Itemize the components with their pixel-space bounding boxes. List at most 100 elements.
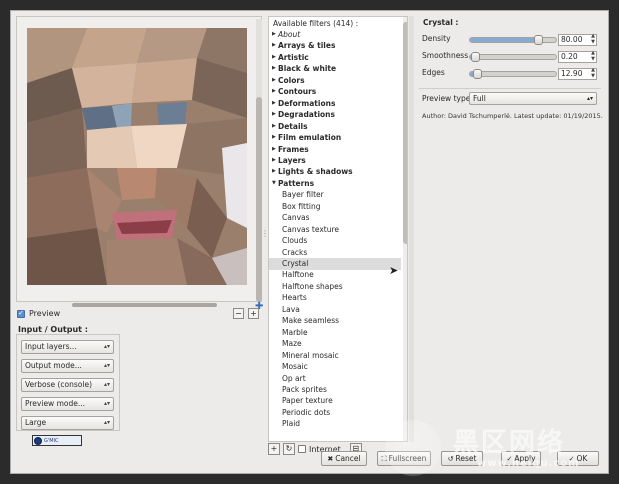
slider-knob[interactable] — [533, 35, 543, 45]
apply-button[interactable]: ✓ Apply — [501, 451, 541, 466]
filter-category[interactable]: ▶ Degradations — [269, 109, 401, 121]
filter-category[interactable]: ▶ Frames — [269, 144, 401, 156]
scroll-thumb[interactable] — [256, 97, 262, 302]
internet-checkbox[interactable] — [298, 445, 306, 453]
filter-item[interactable]: Marble — [269, 327, 401, 339]
filter-category[interactable]: ▶ Details — [269, 121, 401, 133]
filter-item[interactable]: Mosaic — [269, 361, 401, 373]
collapsed-arrow-icon[interactable]: ▶ — [272, 40, 276, 52]
preview-mode-combo[interactable]: Preview mode... ▴▾ — [21, 397, 114, 411]
filter-item[interactable]: Plaid — [269, 418, 401, 430]
filter-category[interactable]: ▶ Contours — [269, 86, 401, 98]
density-spinbox[interactable]: 80.00 ▲ ▼ — [558, 33, 597, 46]
filter-category[interactable]: ▶ Film emulation — [269, 132, 401, 144]
fullscreen-button[interactable]: ⛶ Fullscreen — [377, 451, 431, 466]
refresh-icon[interactable]: ↻ — [283, 443, 295, 455]
filter-item[interactable]: Bayer filter — [269, 189, 401, 201]
filters-scrollbar[interactable] — [403, 17, 407, 441]
filter-category[interactable]: ▶ Deformations — [269, 98, 401, 110]
smoothness-slider[interactable] — [469, 52, 557, 62]
slider-knob[interactable] — [471, 52, 481, 62]
filter-label: About — [278, 30, 301, 39]
edges-label: Edges — [422, 68, 445, 77]
collapsed-arrow-icon[interactable]: ▶ — [272, 52, 276, 64]
add-fave-button[interactable]: + — [268, 443, 280, 455]
input-layers-combo[interactable]: Input layers... ▴▾ — [21, 340, 114, 354]
combo-arrows-icon: ▴▾ — [103, 400, 110, 407]
collapsed-arrow-icon[interactable]: ▶ — [272, 121, 276, 133]
filter-item[interactable]: Box fitting — [269, 201, 401, 213]
spin-arrows-icon[interactable]: ▲ ▼ — [591, 33, 595, 45]
filter-category[interactable]: ▼ Patterns — [269, 178, 401, 190]
filter-item[interactable]: Crystal — [269, 258, 401, 270]
filter-item[interactable]: Halftone — [269, 269, 401, 281]
collapsed-arrow-icon[interactable]: ▶ — [272, 166, 276, 178]
filter-item[interactable]: Hearts — [269, 292, 401, 304]
verbose-combo[interactable]: Verbose (console) ▴▾ — [21, 378, 114, 392]
preview-size-combo[interactable]: Large ▴▾ — [21, 416, 114, 430]
filter-item[interactable]: Canvas — [269, 212, 401, 224]
filter-item[interactable]: Cracks — [269, 247, 401, 259]
preview-type-combo[interactable]: Full ▴▾ — [469, 92, 597, 105]
filter-item[interactable]: Periodic dots — [269, 407, 401, 419]
zoom-in-button[interactable]: + — [248, 308, 259, 319]
filter-item[interactable]: Lava — [269, 304, 401, 316]
smoothness-spinbox[interactable]: 0.20 ▲ ▼ — [558, 50, 597, 63]
filter-item[interactable]: Canvas texture — [269, 224, 401, 236]
preview-type-value: Full — [473, 94, 486, 103]
edges-slider[interactable] — [469, 69, 557, 79]
filter-label: Colors — [278, 75, 305, 85]
filter-item[interactable]: Mineral mosaic — [269, 350, 401, 362]
filter-item[interactable]: Op art — [269, 373, 401, 385]
filter-label: Artistic — [278, 52, 309, 62]
filter-item[interactable]: Paper texture — [269, 395, 401, 407]
edges-value: 12.90 — [561, 69, 583, 78]
edges-spinbox[interactable]: 12.90 ▲ ▼ — [558, 67, 597, 80]
filter-category[interactable]: ▶ Layers — [269, 155, 401, 167]
spin-arrows-icon[interactable]: ▲ ▼ — [591, 67, 595, 79]
io-section: Input layers... ▴▾ Output mode... ▴▾ Verbo… — [16, 334, 120, 431]
filter-category[interactable]: ▶ Arrays & tiles — [269, 40, 401, 52]
ok-button[interactable]: ✓ OK — [557, 451, 599, 466]
fullscreen-icon: ⛶ — [381, 455, 387, 463]
density-slider[interactable] — [469, 35, 557, 45]
combo-arrows-icon: ▴▾ — [103, 381, 110, 388]
filter-category[interactable]: ▶ Black & white — [269, 63, 401, 75]
filter-category[interactable]: ▶ Artistic — [269, 52, 401, 64]
preview-checkbox[interactable]: ✓ — [17, 309, 25, 318]
collapsed-arrow-icon[interactable]: ▶ — [272, 75, 276, 87]
reset-button[interactable]: ↺ Reset — [441, 451, 483, 466]
filter-category[interactable]: ▶ About — [269, 29, 401, 41]
collapsed-arrow-icon[interactable]: ▶ — [272, 63, 276, 75]
filter-label: Canvas texture — [282, 224, 340, 234]
output-mode-combo[interactable]: Output mode... ▴▾ — [21, 359, 114, 373]
splitter-handle-right[interactable] — [409, 16, 414, 442]
preview-horizontal-scrollbar[interactable] — [72, 303, 217, 307]
slider-knob[interactable] — [472, 69, 482, 79]
scroll-thumb[interactable] — [403, 22, 407, 244]
filter-item[interactable]: Clouds — [269, 235, 401, 247]
collapsed-arrow-icon[interactable]: ▶ — [272, 144, 276, 156]
collapsed-arrow-icon[interactable]: ▶ — [272, 29, 276, 41]
collapsed-arrow-icon[interactable]: ▶ — [272, 155, 276, 167]
gmic-logo[interactable]: G'MIC — [32, 435, 82, 446]
collapsed-arrow-icon[interactable]: ▶ — [272, 132, 276, 144]
preview-image[interactable] — [27, 28, 247, 285]
combo-label: Verbose (console) — [25, 380, 93, 389]
collapsed-arrow-icon[interactable]: ▶ — [272, 98, 276, 110]
preview-vertical-scrollbar[interactable] — [256, 19, 262, 302]
collapsed-arrow-icon[interactable]: ▶ — [272, 109, 276, 121]
collapsed-arrow-icon[interactable]: ▶ — [272, 86, 276, 98]
filter-item[interactable]: Maze — [269, 338, 401, 350]
filter-item[interactable]: Make seamless — [269, 315, 401, 327]
spin-arrows-icon[interactable]: ▲ ▼ — [591, 50, 595, 62]
filter-category[interactable]: ▶ Lights & shadows — [269, 166, 401, 178]
filter-item[interactable]: Halftone shapes — [269, 281, 401, 293]
preview-toggle[interactable]: ✓ Preview — [17, 309, 60, 318]
filter-category[interactable]: ▶ Colors — [269, 75, 401, 87]
cancel-button[interactable]: ✖ Cancel — [321, 451, 367, 466]
zoom-out-button[interactable]: − — [233, 308, 244, 319]
author-info: Author: David Tschumperlé. Latest update… — [422, 112, 603, 120]
expanded-arrow-icon[interactable]: ▼ — [272, 178, 276, 190]
filter-item[interactable]: Pack sprites — [269, 384, 401, 396]
